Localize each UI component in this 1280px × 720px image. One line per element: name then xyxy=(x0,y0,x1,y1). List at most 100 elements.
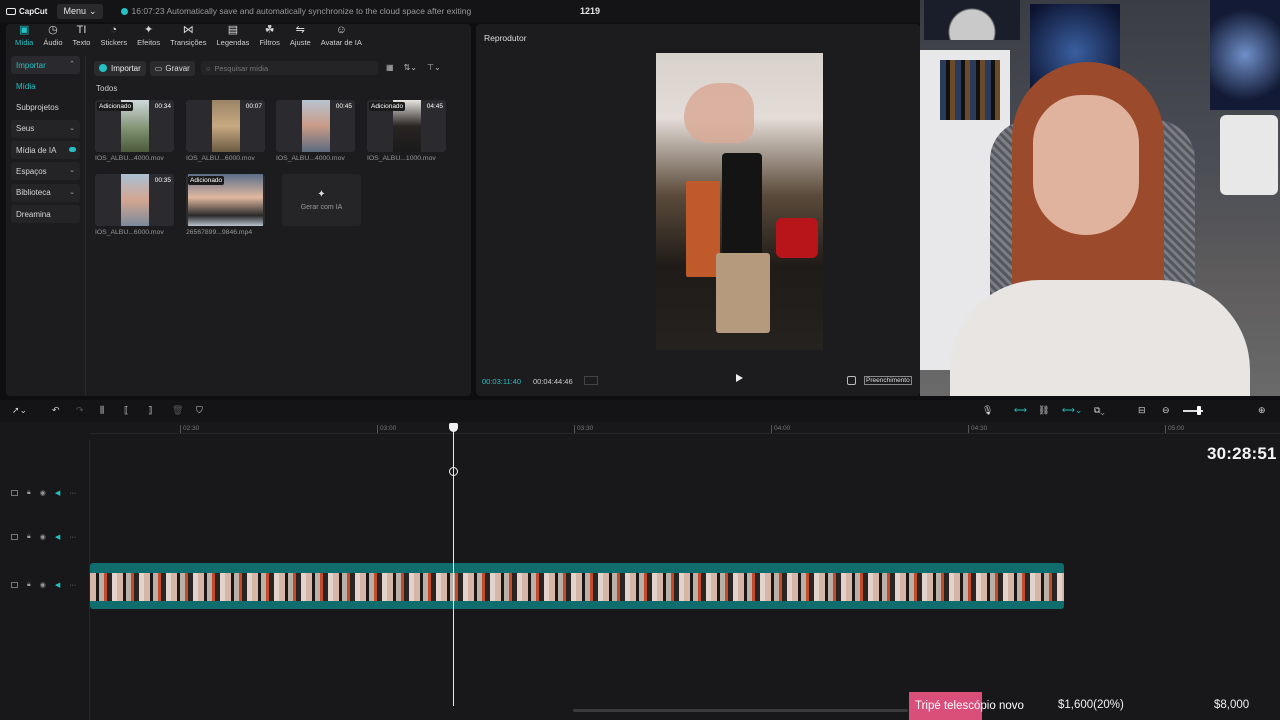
eye-icon[interactable]: ◉ xyxy=(40,581,46,589)
ai-badge-icon xyxy=(69,147,76,153)
track-mode-icon[interactable]: ⧉⌄ xyxy=(1094,405,1105,416)
sidebar-item-espacos[interactable]: Espaços ⌄ xyxy=(11,162,80,181)
project-title[interactable]: 1219 xyxy=(580,6,600,16)
video-clip[interactable] xyxy=(90,563,1064,609)
video-hand xyxy=(684,83,754,143)
media-clip[interactable]: Adicionado 26567899...9846.mp4 xyxy=(186,174,265,236)
playhead-marker-icon xyxy=(449,467,458,476)
tab-text[interactable]: TI Texto xyxy=(68,24,96,50)
audio-icon[interactable]: ◀ xyxy=(55,533,60,541)
redo-icon[interactable]: ↷ xyxy=(76,405,84,416)
goal-label: Tripé telescópio novo xyxy=(915,700,1024,712)
zoom-slider-handle[interactable] xyxy=(1197,406,1201,415)
tab-label: Stickers xyxy=(100,38,128,47)
import-label: Importar xyxy=(111,63,141,73)
caption-icon[interactable]: ⊟ xyxy=(1138,405,1146,416)
media-clip[interactable]: 00:07 IOS_ALBU...6000.mov xyxy=(186,100,265,162)
tab-filters[interactable]: ☘ Filtros xyxy=(254,24,284,50)
eye-icon[interactable]: ◉ xyxy=(40,533,46,541)
delete-icon[interactable]: 🗑 xyxy=(172,405,183,416)
clip-filename: IOS_ALBU...4000.mov xyxy=(95,155,164,162)
tab-label: Mídia xyxy=(15,38,34,47)
cloud-sync-icon xyxy=(120,7,128,15)
magnet-icon[interactable]: ⟷ xyxy=(1014,405,1027,416)
media-view-tools: ▦ ⇅⌄ ⊤⌄ xyxy=(386,63,441,72)
more-icon[interactable]: ··· xyxy=(69,534,76,541)
tab-audio[interactable]: ◷ Áudio xyxy=(38,24,67,50)
sidebar-item-midia[interactable]: Mídia xyxy=(11,77,80,95)
time-ruler[interactable]: 02:30 03:00 03:30 04:00 04:30 05:00 xyxy=(90,422,1280,434)
split-icon[interactable]: ⫼ xyxy=(100,405,104,416)
tab-sticker[interactable]: ◔ Stickers xyxy=(95,24,132,50)
generate-with-ai-tile[interactable]: ✦ Gerar com IA xyxy=(282,174,361,226)
safe-area-icon[interactable] xyxy=(584,376,598,385)
playhead-handle[interactable] xyxy=(449,423,458,432)
fill-button[interactable]: Preenchimento xyxy=(864,376,912,385)
sidebar-item-label: Espaços xyxy=(16,166,47,176)
sidebar-item-midia-ia[interactable]: Mídia de IA xyxy=(11,141,80,160)
lock-icon[interactable]: 🔒︎ xyxy=(27,533,31,541)
more-icon[interactable]: ··· xyxy=(69,490,76,497)
more-icon[interactable]: ··· xyxy=(69,582,76,589)
eye-icon[interactable]: ◉ xyxy=(40,489,46,497)
clip-filmstrip xyxy=(90,573,1064,601)
tab-transitions[interactable]: ⋈ Transições xyxy=(165,24,211,50)
sidebar-item-dreamina[interactable]: Dreamina xyxy=(11,205,80,224)
thumbnail-image xyxy=(211,100,240,152)
media-clip[interactable]: 00:35 IOS_ALBU...6000.mov xyxy=(95,174,174,236)
sidebar-item-biblioteca[interactable]: Biblioteca ⌄ xyxy=(11,183,80,202)
split-left-icon[interactable]: ⟦ xyxy=(124,405,128,416)
thumbnail-image xyxy=(120,174,149,226)
track-cover-icon[interactable] xyxy=(11,534,18,540)
microphone-icon[interactable]: 🎙 xyxy=(982,405,993,416)
player-title: Reprodutor xyxy=(484,33,527,43)
text-icon: TI xyxy=(76,24,87,36)
tab-effects[interactable]: ✦ Efeitos xyxy=(132,24,165,50)
ratio-icon[interactable] xyxy=(847,376,856,385)
zoom-out-icon[interactable]: ⊖ xyxy=(1162,405,1170,416)
audio-icon[interactable]: ◀ xyxy=(55,581,60,589)
undo-icon[interactable]: ↶ xyxy=(52,405,60,416)
menu-button[interactable]: Menu ⌄ xyxy=(57,3,103,19)
clip-duration: 00:34 xyxy=(154,103,171,110)
import-button[interactable]: Importar xyxy=(94,60,146,76)
track-cover-icon[interactable] xyxy=(11,582,18,588)
zoom-in-icon[interactable]: ⊕ xyxy=(1258,405,1266,416)
media-clip[interactable]: 00:45 IOS_ALBU...4000.mov xyxy=(276,100,355,162)
video-preview[interactable] xyxy=(656,53,823,350)
play-button[interactable] xyxy=(736,374,743,382)
tab-captions[interactable]: ▤ Legendas xyxy=(211,24,254,50)
media-panel: ▣ Mídia ◷ Áudio TI Texto ◔ Stickers ✦ Efeitos ⋈ Tra… xyxy=(6,24,471,396)
search-input[interactable]: ○ Pesquisar mídia xyxy=(200,61,378,75)
track-cover-icon[interactable] xyxy=(11,490,18,496)
sidebar-item-subprojetos[interactable]: Subprojetos xyxy=(11,99,80,117)
record-button[interactable]: ▭ Gravar xyxy=(149,60,195,76)
captions-icon: ▤ xyxy=(227,24,239,36)
sort-icon[interactable]: ⇅⌄ xyxy=(404,63,417,72)
horizontal-scrollbar[interactable] xyxy=(573,709,908,712)
media-clip[interactable]: Adicionado 00:34 IOS_ALBU...4000.mov xyxy=(95,100,174,162)
split-right-icon[interactable]: ⟧ xyxy=(148,405,152,416)
tab-media[interactable]: ▣ Mídia xyxy=(10,24,38,50)
media-clip[interactable]: Adicionado 04:45 IOS_ALBU...1000.mov xyxy=(367,100,446,162)
tab-ai-avatar[interactable]: ☺ Avatar de IA xyxy=(316,24,367,50)
shield-icon[interactable]: ⛉ xyxy=(196,405,203,416)
ruler-tick: 02:30 xyxy=(180,425,199,433)
tab-adjust[interactable]: ⇋ Ajuste xyxy=(285,24,316,50)
sidebar-item-importar[interactable]: Importar ⌃ xyxy=(11,56,80,74)
lock-icon[interactable]: 🔒︎ xyxy=(27,581,31,589)
audio-icon[interactable]: ◀ xyxy=(55,489,60,497)
moon-poster xyxy=(924,0,1020,40)
record-label: Gravar xyxy=(165,63,190,73)
select-tool-icon[interactable]: ➚⌄ xyxy=(12,405,27,416)
lock-icon[interactable]: 🔒︎ xyxy=(27,489,31,497)
preview-axis-icon[interactable]: ⟷⌄ xyxy=(1062,405,1082,416)
sidebar-item-seus[interactable]: Seus ⌄ xyxy=(11,119,80,138)
tab-label: Ajuste xyxy=(289,38,311,47)
streamer-face xyxy=(1033,95,1139,235)
search-placeholder: Pesquisar mídia xyxy=(214,63,269,73)
link-icon[interactable]: ⛓ xyxy=(1038,405,1049,416)
grid-view-icon[interactable]: ▦ xyxy=(386,63,394,72)
filter-icon[interactable]: ⊤⌄ xyxy=(427,63,441,72)
sidebar-item-label: Dreamina xyxy=(16,209,51,219)
